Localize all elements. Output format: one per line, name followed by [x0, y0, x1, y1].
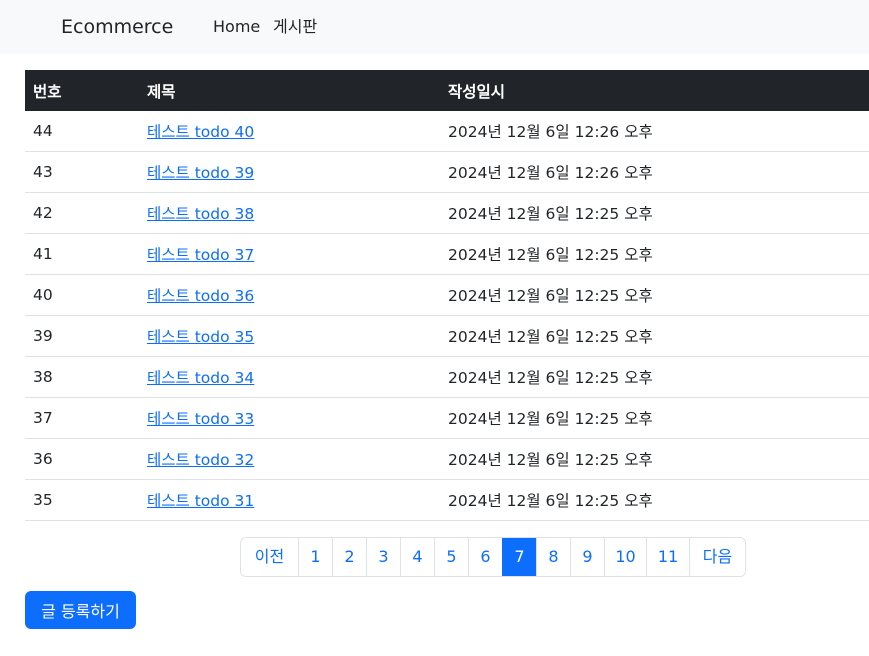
nav-link-home[interactable]: Home: [213, 17, 260, 37]
row-title-cell: 테스트 todo 31: [139, 479, 440, 521]
pagination-prev[interactable]: 이전: [241, 538, 298, 576]
row-title-link[interactable]: 테스트 todo 37: [147, 246, 254, 264]
row-date: 2024년 12월 6일 12:26 오후: [440, 151, 869, 193]
page-3[interactable]: 3: [366, 538, 400, 576]
pagination: 이전 1 2 3 4 5 6 7 8 9 10 11 다음: [240, 537, 746, 577]
table-row: 40 테스트 todo 36 2024년 12월 6일 12:25 오후: [25, 274, 869, 316]
row-date: 2024년 12월 6일 12:25 오후: [440, 479, 869, 521]
navbar: Ecommerce Home 게시판: [0, 0, 869, 54]
row-number: 36: [25, 438, 139, 480]
row-number: 37: [25, 397, 139, 439]
nav-link-board[interactable]: 게시판: [273, 17, 317, 37]
row-date: 2024년 12월 6일 12:26 오후: [440, 111, 869, 152]
header-date: 작성일시: [440, 70, 869, 111]
table-row: 36 테스트 todo 32 2024년 12월 6일 12:25 오후: [25, 438, 869, 480]
row-date: 2024년 12월 6일 12:25 오후: [440, 438, 869, 480]
row-title-cell: 테스트 todo 38: [139, 192, 440, 234]
write-post-button[interactable]: 글 등록하기: [25, 591, 136, 629]
row-title-link[interactable]: 테스트 todo 35: [147, 328, 254, 346]
row-title-cell: 테스트 todo 34: [139, 356, 440, 398]
table-row: 39 테스트 todo 35 2024년 12월 6일 12:25 오후: [25, 315, 869, 357]
row-title-cell: 테스트 todo 35: [139, 315, 440, 357]
row-date: 2024년 12월 6일 12:25 오후: [440, 274, 869, 316]
row-date: 2024년 12월 6일 12:25 오후: [440, 192, 869, 234]
page-11[interactable]: 11: [646, 538, 689, 576]
page-6[interactable]: 6: [468, 538, 502, 576]
page-5[interactable]: 5: [434, 538, 468, 576]
page-4[interactable]: 4: [400, 538, 434, 576]
table-row: 35 테스트 todo 31 2024년 12월 6일 12:25 오후: [25, 479, 869, 521]
row-number: 42: [25, 192, 139, 234]
page-8[interactable]: 8: [536, 538, 570, 576]
row-title-link[interactable]: 테스트 todo 32: [147, 451, 254, 469]
row-number: 41: [25, 233, 139, 275]
row-title-link[interactable]: 테스트 todo 34: [147, 369, 254, 387]
board-table: 번호 제목 작성일시 44 테스트 todo 40 2024년 12월 6일 1…: [25, 70, 869, 521]
page-1[interactable]: 1: [298, 538, 332, 576]
row-number: 43: [25, 151, 139, 193]
row-title-link[interactable]: 테스트 todo 38: [147, 205, 254, 223]
row-number: 40: [25, 274, 139, 316]
row-date: 2024년 12월 6일 12:25 오후: [440, 356, 869, 398]
row-date: 2024년 12월 6일 12:25 오후: [440, 315, 869, 357]
row-title-cell: 테스트 todo 37: [139, 233, 440, 275]
header-title: 제목: [139, 70, 440, 111]
row-date: 2024년 12월 6일 12:25 오후: [440, 397, 869, 439]
page-7-active[interactable]: 7: [502, 538, 536, 576]
table-row: 41 테스트 todo 37 2024년 12월 6일 12:25 오후: [25, 233, 869, 275]
row-date: 2024년 12월 6일 12:25 오후: [440, 233, 869, 275]
row-title-link[interactable]: 테스트 todo 39: [147, 164, 254, 182]
table-row: 37 테스트 todo 33 2024년 12월 6일 12:25 오후: [25, 397, 869, 439]
table-row: 44 테스트 todo 40 2024년 12월 6일 12:26 오후: [25, 111, 869, 152]
row-title-link[interactable]: 테스트 todo 33: [147, 410, 254, 428]
row-title-link[interactable]: 테스트 todo 40: [147, 123, 254, 141]
row-title-link[interactable]: 테스트 todo 31: [147, 492, 254, 510]
row-title-cell: 테스트 todo 33: [139, 397, 440, 439]
table-header: 번호 제목 작성일시: [25, 70, 869, 111]
row-title-cell: 테스트 todo 39: [139, 151, 440, 193]
row-number: 35: [25, 479, 139, 521]
page-10[interactable]: 10: [604, 538, 646, 576]
pagination-next[interactable]: 다음: [689, 538, 745, 576]
brand-logo[interactable]: Ecommerce: [61, 15, 173, 39]
table-row: 38 테스트 todo 34 2024년 12월 6일 12:25 오후: [25, 356, 869, 398]
row-title-cell: 테스트 todo 32: [139, 438, 440, 480]
row-title-link[interactable]: 테스트 todo 36: [147, 287, 254, 305]
row-title-cell: 테스트 todo 36: [139, 274, 440, 316]
page-9[interactable]: 9: [570, 538, 604, 576]
header-number: 번호: [25, 70, 139, 111]
page-2[interactable]: 2: [332, 538, 366, 576]
row-number: 44: [25, 111, 139, 152]
row-number: 39: [25, 315, 139, 357]
row-number: 38: [25, 356, 139, 398]
table-row: 42 테스트 todo 38 2024년 12월 6일 12:25 오후: [25, 192, 869, 234]
table-row: 43 테스트 todo 39 2024년 12월 6일 12:26 오후: [25, 151, 869, 193]
row-title-cell: 테스트 todo 40: [139, 111, 440, 152]
